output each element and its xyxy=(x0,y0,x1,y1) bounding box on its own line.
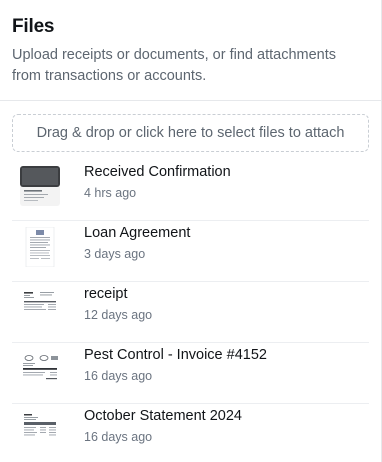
file-item-october-statement[interactable]: October Statement 2024 16 days ago xyxy=(12,404,369,462)
file-meta: Loan Agreement 3 days ago xyxy=(84,221,190,262)
file-dropzone[interactable]: Drag & drop or click here to select file… xyxy=(12,114,369,152)
page-title: Files xyxy=(12,16,55,37)
file-name: Received Confirmation xyxy=(84,164,231,180)
dropzone-label: Drag & drop or click here to select file… xyxy=(36,125,345,141)
files-header: Files Upload receipts or documents, or f… xyxy=(0,0,381,87)
document-thumbnail xyxy=(20,227,60,267)
file-name: receipt xyxy=(84,286,128,302)
page-subtitle: Upload receipts or documents, or find at… xyxy=(12,47,336,84)
file-time: 4 hrs ago xyxy=(84,186,137,200)
header-divider xyxy=(0,100,381,101)
receipt-thumbnail xyxy=(20,288,60,328)
file-time: 16 days ago xyxy=(84,369,153,383)
file-time: 16 days ago xyxy=(84,430,153,444)
file-meta: receipt 12 days ago xyxy=(84,282,152,323)
files-panel: Files Upload receipts or documents, or f… xyxy=(0,0,382,462)
file-item-loan-agreement[interactable]: Loan Agreement 3 days ago xyxy=(12,221,369,282)
file-item-receipt[interactable]: receipt 12 days ago xyxy=(12,282,369,343)
file-name: October Statement 2024 xyxy=(84,408,242,424)
file-time: 3 days ago xyxy=(84,247,146,261)
file-meta: Pest Control - Invoice #4152 16 days ago xyxy=(84,343,267,384)
file-item-pest-control-invoice[interactable]: Pest Control - Invoice #4152 16 days ago xyxy=(12,343,369,404)
invoice-thumbnail xyxy=(20,349,60,389)
file-name: Pest Control - Invoice #4152 xyxy=(84,347,267,363)
file-list: Received Confirmation 4 hrs ago Loan Agr… xyxy=(0,160,381,462)
photo-receipt-thumbnail xyxy=(20,166,60,206)
file-time: 12 days ago xyxy=(84,308,153,322)
file-name: Loan Agreement xyxy=(84,225,191,241)
file-item-received-confirmation[interactable]: Received Confirmation 4 hrs ago xyxy=(12,160,369,221)
file-meta: Received Confirmation 4 hrs ago xyxy=(84,160,231,201)
file-meta: October Statement 2024 16 days ago xyxy=(84,404,242,445)
statement-thumbnail xyxy=(20,410,60,450)
